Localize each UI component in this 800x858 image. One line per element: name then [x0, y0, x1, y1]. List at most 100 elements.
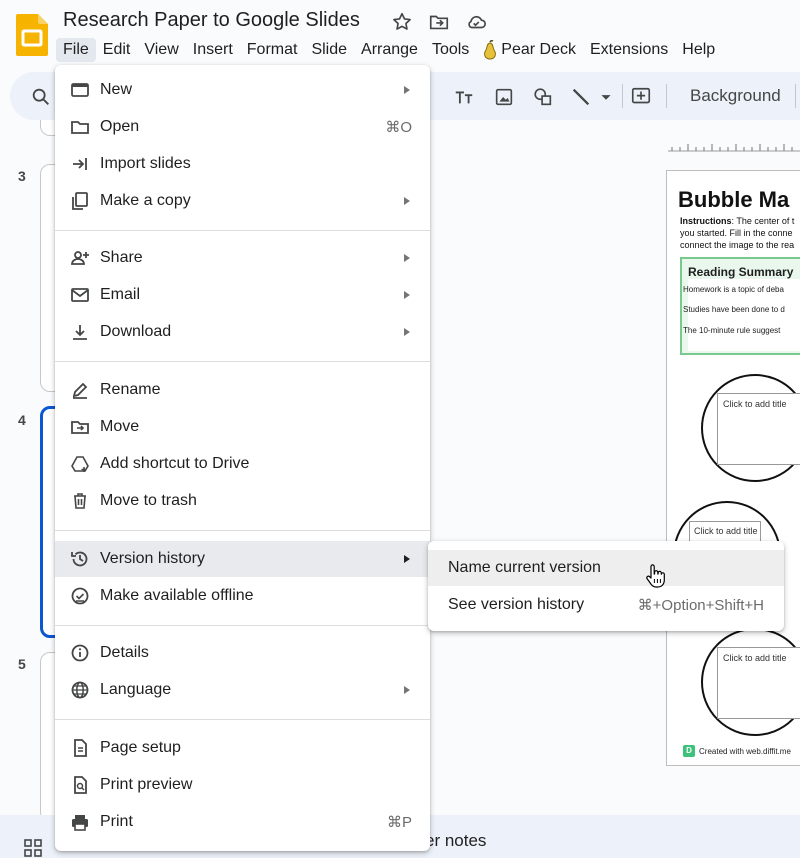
submenu-item-label: Name current version [448, 559, 601, 576]
menu-item-download[interactable]: Download [55, 314, 430, 350]
submenu-item-name-current-version[interactable]: Name current version [428, 550, 784, 586]
menu-format[interactable]: Format [240, 38, 305, 62]
add-comment-icon[interactable] [630, 86, 652, 108]
menu-view[interactable]: View [137, 38, 185, 62]
reading-summary-title: Reading Summary [688, 265, 794, 279]
drive-shortcut-icon [71, 456, 89, 472]
menu-divider [55, 625, 430, 626]
menu-item-move[interactable]: Move [55, 409, 430, 445]
menu-item-add-shortcut-to-drive[interactable]: Add shortcut to Drive [55, 446, 430, 482]
bubble-title-placeholder: Click to add title [723, 653, 787, 663]
menu-item-label: Download [100, 323, 172, 340]
document-title[interactable]: Research Paper to Google Slides [63, 9, 360, 32]
slide-heading[interactable]: Bubble Ma [678, 187, 789, 213]
new-presentation-icon [71, 83, 89, 97]
slide-instructions[interactable]: Instructions: The center of t you starte… [680, 215, 800, 251]
menu-item-label: Language [100, 681, 172, 698]
menu-edit[interactable]: Edit [96, 38, 138, 62]
menu-item-move-to-trash[interactable]: Move to trash [55, 483, 430, 519]
menu-extensions[interactable]: Extensions [583, 38, 675, 62]
move-to-folder-icon[interactable] [428, 11, 450, 33]
person-add-icon [71, 251, 89, 265]
submenu-item-see-version-history[interactable]: See version history ⌘+Option+Shift+H [428, 587, 784, 623]
slide-canvas[interactable]: Bubble Ma Instructions: The center of t … [666, 170, 800, 766]
import-icon [73, 158, 87, 170]
menu-item-label: Print [100, 813, 133, 830]
cloud-saved-icon[interactable] [465, 11, 487, 33]
slide-number-3: 3 [18, 168, 26, 184]
slide-number-4: 4 [18, 412, 26, 428]
trash-icon [74, 493, 86, 509]
menu-tools[interactable]: Tools [425, 38, 476, 62]
app-header: Research Paper to Google Slides File Edi… [0, 0, 800, 70]
submenu-arrow-icon [404, 86, 410, 94]
submenu-item-label: See version history [448, 596, 585, 613]
bubble-title-placeholder: Click to add title [694, 526, 758, 536]
toolbar-divider [666, 84, 667, 108]
menu-insert[interactable]: Insert [186, 38, 240, 62]
menu-arrange[interactable]: Arrange [354, 38, 425, 62]
star-icon[interactable] [391, 11, 413, 33]
menu-item-new[interactable]: New [55, 72, 430, 108]
menu-pear-deck[interactable]: Pear Deck [476, 37, 583, 63]
line-icon[interactable] [570, 86, 592, 108]
submenu-arrow-icon [404, 254, 410, 262]
menu-item-make-a-copy[interactable]: Make a copy [55, 183, 430, 219]
menu-item-label: Open [100, 118, 140, 135]
rename-icon [72, 382, 88, 399]
grid-view-icon[interactable] [24, 839, 42, 857]
offline-check-icon [71, 587, 89, 605]
keyboard-shortcut: ⌘O [385, 119, 412, 136]
menu-item-open[interactable]: Open ⌘O [55, 109, 430, 145]
menu-slide[interactable]: Slide [304, 38, 354, 62]
text-box-icon[interactable] [453, 86, 475, 108]
submenu-arrow-icon [404, 291, 410, 299]
slide-number-5: 5 [18, 656, 26, 672]
globe-icon [71, 681, 89, 699]
toolbar-divider [795, 84, 796, 108]
background-button[interactable]: Background [690, 86, 781, 106]
menu-item-page-setup[interactable]: Page setup [55, 730, 430, 766]
copy-icon [72, 192, 88, 210]
shape-icon[interactable] [532, 86, 554, 108]
menu-item-print-preview[interactable]: Print preview [55, 767, 430, 803]
menu-item-label: Print preview [100, 776, 193, 793]
folder-icon [71, 121, 89, 134]
menu-bar: File Edit View Insert Format Slide Arran… [56, 36, 722, 64]
menu-item-language[interactable]: Language [55, 672, 430, 708]
move-folder-icon [71, 421, 89, 434]
menu-item-rename[interactable]: Rename [55, 372, 430, 408]
summary-line: Homework is a topic of deba [683, 285, 784, 294]
menu-item-make-available-offline[interactable]: Make available offline [55, 578, 430, 614]
page-setup-icon [74, 739, 87, 757]
speaker-notes-label[interactable]: er notes [425, 831, 486, 851]
menu-item-share[interactable]: Share [55, 240, 430, 276]
search-menus-icon[interactable] [30, 86, 52, 108]
menu-item-label: Move [100, 418, 140, 435]
chevron-down-icon[interactable] [595, 86, 617, 108]
toolbar-divider [622, 84, 623, 108]
menu-divider [55, 230, 430, 231]
credit-text: Created with web.diffit.me [699, 746, 791, 756]
menu-item-print[interactable]: Print ⌘P [55, 804, 430, 840]
menu-item-label: Rename [100, 381, 161, 398]
bubble-title-placeholder: Click to add title [723, 399, 787, 409]
menu-file[interactable]: File [56, 38, 96, 62]
info-icon [71, 644, 89, 662]
menu-item-label: Share [100, 249, 143, 266]
version-history-submenu: Name current version See version history… [428, 541, 784, 631]
google-slides-logo[interactable] [16, 14, 48, 56]
menu-item-import-slides[interactable]: Import slides [55, 146, 430, 182]
submenu-arrow-icon [404, 328, 410, 336]
menu-item-details[interactable]: Details [55, 635, 430, 671]
menu-help[interactable]: Help [675, 38, 722, 62]
submenu-arrow-icon [404, 197, 410, 205]
insert-image-icon[interactable] [493, 86, 515, 108]
summary-line: The 10-minute rule suggest [683, 326, 781, 335]
menu-item-email[interactable]: Email [55, 277, 430, 313]
menu-pear-deck-label: Pear Deck [501, 41, 576, 58]
menu-item-version-history[interactable]: Version history [55, 541, 430, 577]
instructions-label: Instructions [680, 216, 732, 226]
pear-icon [484, 40, 497, 60]
menu-item-label: Page setup [100, 739, 181, 756]
